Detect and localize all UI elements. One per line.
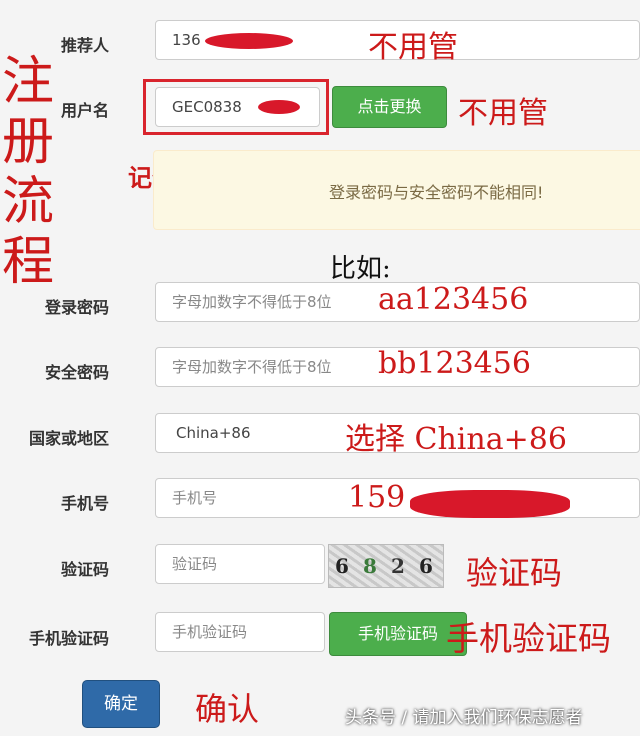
sms-code-annotation: 手机验证码 <box>446 619 611 658</box>
phone-redaction <box>410 490 570 518</box>
username-redaction <box>258 100 300 114</box>
country-value: China+86 <box>176 424 251 442</box>
captcha-char-1: 6 <box>335 554 349 578</box>
phone-label: 手机号 <box>60 494 109 513</box>
ignore-annotation-2: 不用管 <box>458 96 548 131</box>
country-label: 国家或地区 <box>28 429 109 448</box>
captcha-char-2: 8 <box>363 554 377 578</box>
password-warning-alert: 登录密码与安全密码不能相同! <box>153 150 640 230</box>
referrer-label: 推荐人 <box>60 36 109 55</box>
change-username-button[interactable]: 点击更换 <box>332 86 447 128</box>
referrer-redaction <box>205 33 293 49</box>
flow-title-annotation: 注册流程 <box>2 52 55 292</box>
phone-example: 159 <box>348 480 406 515</box>
security-password-placeholder: 字母加数字不得低于8位 <box>172 358 332 376</box>
captcha-annotation: 验证码 <box>466 554 563 592</box>
ignore-annotation-1: 不用管 <box>368 30 458 65</box>
captcha-label: 验证码 <box>60 560 109 579</box>
captcha-image[interactable]: 6 8 2 6 <box>328 544 444 588</box>
confirm-button[interactable]: 确定 <box>82 680 160 728</box>
login-password-example: aa123456 <box>378 282 529 317</box>
security-password-label: 安全密码 <box>44 363 109 382</box>
username-label: 用户名 <box>60 101 109 120</box>
confirm-annotation: 确认 <box>195 690 260 728</box>
security-password-example: bb123456 <box>378 346 531 381</box>
captcha-char-3: 2 <box>391 554 405 578</box>
sms-code-input[interactable]: 手机验证码 <box>155 612 325 652</box>
watermark: 头条号 / 请加入我们环保志愿者 <box>345 708 583 728</box>
sms-code-placeholder: 手机验证码 <box>172 623 248 641</box>
username-value: GEC0838 <box>172 98 242 116</box>
referrer-value: 136 <box>172 31 201 49</box>
country-select-annotation: 选择 China+86 <box>345 422 567 457</box>
login-password-label: 登录密码 <box>44 298 109 317</box>
captcha-placeholder: 验证码 <box>172 555 218 573</box>
password-warning-text: 登录密码与安全密码不能相同! <box>329 183 544 202</box>
captcha-char-4: 6 <box>419 554 433 578</box>
login-password-placeholder: 字母加数字不得低于8位 <box>172 293 332 311</box>
phone-placeholder: 手机号 <box>172 489 218 507</box>
sms-code-label: 手机验证码 <box>28 629 109 648</box>
captcha-input[interactable]: 验证码 <box>155 544 325 584</box>
example-annotation: 比如: <box>330 254 391 284</box>
